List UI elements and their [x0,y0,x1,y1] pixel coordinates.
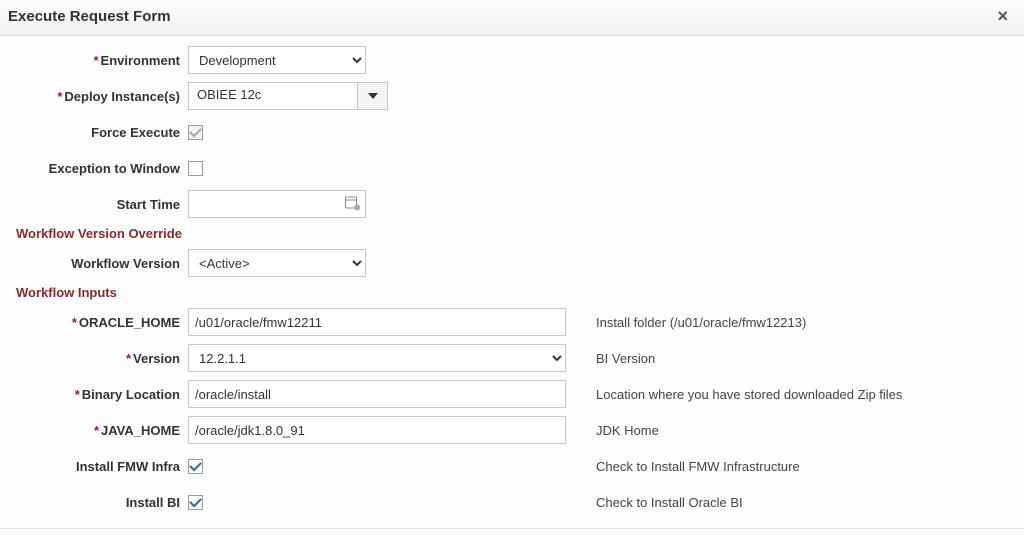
deploy-instances-dropdown-button[interactable] [357,83,387,109]
row-java-home: *JAVA_HOME JDK Home [10,416,1014,444]
install-fmw-label: Install FMW Infra [10,459,188,474]
close-icon[interactable]: × [993,6,1012,27]
dialog-header: Execute Request Form × [0,0,1024,36]
start-time-input[interactable] [188,190,366,218]
section-workflow-version-override: Workflow Version Override [16,226,1014,241]
install-fmw-desc: Check to Install FMW Infrastructure [596,459,800,474]
force-execute-label: Force Execute [10,125,188,140]
exception-window-label: Exception to Window [10,161,188,176]
deploy-instances-label: *Deploy Instance(s) [10,89,188,104]
calendar-icon[interactable] [344,195,360,214]
exception-window-checkbox[interactable] [188,161,203,176]
row-binary-location: *Binary Location Location where you have… [10,380,1014,408]
row-install-bi: Install BI Check to Install Oracle BI [10,488,1014,516]
force-execute-checkbox [188,125,203,140]
workflow-version-label: Workflow Version [10,256,188,271]
java-home-label: *JAVA_HOME [10,423,188,438]
deploy-instances-multiselect[interactable]: OBIEE 12c [188,82,388,110]
row-oracle-home: *ORACLE_HOME Install folder (/u01/oracle… [10,308,1014,336]
version-label: *Version [10,351,188,366]
install-bi-desc: Check to Install Oracle BI [596,495,743,510]
row-start-time: Start Time [10,190,1014,218]
binary-location-label: *Binary Location [10,387,188,402]
deploy-instances-value: OBIEE 12c [189,83,357,109]
binary-location-input[interactable] [188,380,566,408]
row-exception-window: Exception to Window [10,154,1014,182]
row-version: *Version 12.2.1.1 BI Version [10,344,1014,372]
install-fmw-checkbox[interactable] [188,459,203,474]
oracle-home-desc: Install folder (/u01/oracle/fmw12213) [596,315,806,330]
workflow-version-select[interactable]: <Active> [188,249,366,277]
start-time-label: Start Time [10,197,188,212]
dialog-title: Execute Request Form [8,8,171,25]
section-workflow-inputs: Workflow Inputs [16,285,1014,300]
install-bi-checkbox[interactable] [188,495,203,510]
oracle-home-label: *ORACLE_HOME [10,315,188,330]
row-workflow-version: Workflow Version <Active> [10,249,1014,277]
chevron-down-icon [368,93,378,99]
form-body: *Environment Development *Deploy Instanc… [0,36,1024,528]
row-install-fmw: Install FMW Infra Check to Install FMW I… [10,452,1014,480]
row-deploy-instances: *Deploy Instance(s) OBIEE 12c [10,82,1014,110]
environment-label: *Environment [10,53,188,68]
java-home-input[interactable] [188,416,566,444]
oracle-home-input[interactable] [188,308,566,336]
footer: Submit Request Cancel [0,528,1024,535]
environment-select[interactable]: Development [188,46,366,74]
version-select[interactable]: 12.2.1.1 [188,344,566,372]
install-bi-label: Install BI [10,495,188,510]
binary-location-desc: Location where you have stored downloade… [596,387,902,402]
row-force-execute: Force Execute [10,118,1014,146]
version-desc: BI Version [596,351,655,366]
java-home-desc: JDK Home [596,423,659,438]
row-environment: *Environment Development [10,46,1014,74]
